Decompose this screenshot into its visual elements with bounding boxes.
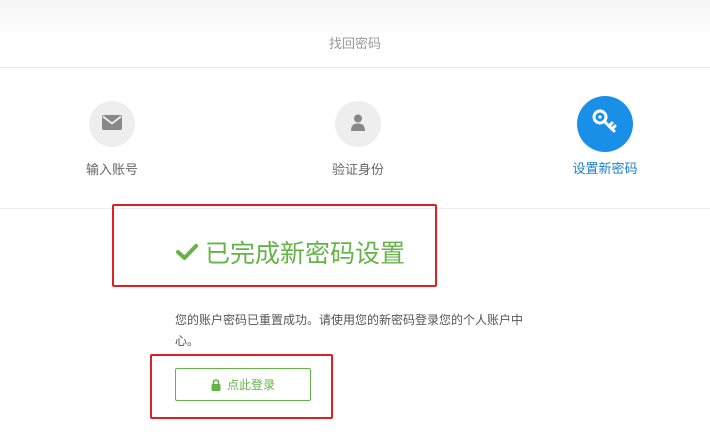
step-label: 设置新密码 — [572, 162, 638, 177]
step-circle — [335, 101, 381, 147]
step-circle — [89, 101, 135, 147]
login-button-label: 点此登录 — [226, 378, 275, 392]
step-enter-account: 输入账号 — [52, 101, 172, 178]
step-verify-identity: 验证身份 — [298, 101, 418, 178]
step-set-new-password: 设置新密码 — [545, 96, 665, 177]
envelope-icon — [102, 114, 122, 134]
step-label: 输入账号 — [85, 163, 138, 178]
step-label: 验证身份 — [331, 163, 384, 178]
page-header: 找回密码 — [0, 0, 710, 68]
success-title-text: 已完成新密码设置 — [205, 239, 406, 268]
success-heading: 已完成新密码设置 — [176, 234, 405, 270]
step-circle — [577, 96, 633, 152]
key-icon — [592, 109, 618, 139]
progress-steps: 输入账号 验证身份 设置新密码 — [0, 69, 710, 209]
login-button[interactable]: 点此登录 — [175, 368, 311, 401]
checkmark-icon — [176, 243, 198, 261]
success-description: 您的账户密码已重置成功。请使用您的新密码登录您的个人账户中心。 — [175, 313, 524, 348]
page-title: 找回密码 — [328, 37, 381, 52]
user-icon — [351, 114, 365, 135]
lock-icon — [211, 378, 221, 391]
